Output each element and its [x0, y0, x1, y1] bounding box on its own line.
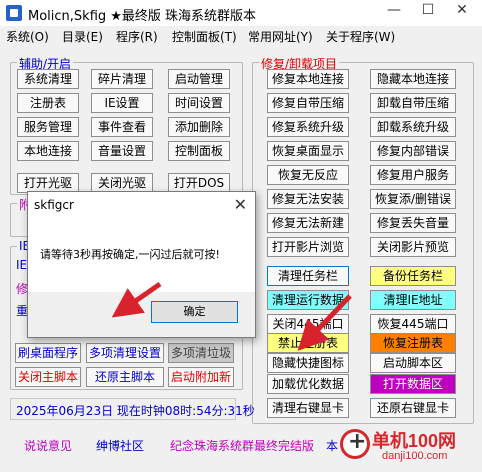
start-addon-button[interactable]: 启动附加新 [168, 367, 234, 387]
feedback-link[interactable]: 说说意见 [24, 437, 72, 454]
service-manager-button[interactable]: 服务管理 [17, 117, 79, 137]
uninstall-zip-button[interactable]: 卸载自带压缩 [370, 93, 456, 113]
close-port-445-button[interactable]: 关闭445端口 [267, 314, 349, 334]
multi-clean-settings-button[interactable]: 多项清理设置 [86, 343, 164, 363]
open-cdrom-button[interactable]: 打开光驱 [17, 173, 79, 193]
dialog-message: 请等待3秒再按确定,一闪过后就可按! [40, 248, 220, 261]
menu-bar: 系统(O) 目录(E) 程序(R) 控制面板(T) 常用网址(Y) 关于程序(W… [0, 26, 482, 46]
restore-registry-button[interactable]: 恢复注册表 [370, 333, 456, 353]
restore-rightclick-gpu-button[interactable]: 还原右键显卡 [370, 398, 456, 418]
volume-settings-button[interactable]: 音量设置 [91, 141, 153, 161]
clean-rightclick-gpu-button[interactable]: 清理右键显卡 [267, 398, 349, 418]
minimize-icon[interactable]: — [384, 2, 404, 18]
clean-run-data-button[interactable]: 清理运行数据 [267, 290, 349, 310]
message-dialog: skfigcr ✕ 请等待3秒再按确定,一闪过后就可按! 确定 [27, 191, 256, 338]
backup-taskbar-button[interactable]: 备份任务栏 [370, 266, 456, 286]
open-video-browse-button[interactable]: 打开影片浏览 [267, 237, 349, 257]
startup-manager-button[interactable]: 启动管理 [168, 69, 230, 89]
restore-desktop-button[interactable]: 恢复桌面显示 [267, 141, 349, 161]
repair-install-button[interactable]: 修复无法安装 [267, 189, 349, 209]
repair-new-button[interactable]: 修复无法新建 [267, 213, 349, 233]
ie-edge-label: IE [16, 258, 28, 272]
repair-zip-button[interactable]: 修复自带压缩 [267, 93, 349, 113]
restore-port-445-button[interactable]: 恢复445端口 [370, 314, 456, 334]
refresh-desktop-button[interactable]: 刷桌面程序 [15, 343, 81, 363]
menu-directory[interactable]: 目录(E) [62, 28, 103, 45]
menu-program[interactable]: 程序(R) [116, 28, 158, 45]
close-icon[interactable]: ✕ [452, 2, 472, 18]
uninstall-system-update-button[interactable]: 卸载系统升级 [370, 117, 456, 137]
control-panel-button[interactable]: 控制面板 [168, 141, 230, 161]
watermark-logo-icon [340, 429, 370, 459]
open-dos-button[interactable]: 打开DOS [168, 173, 230, 193]
clean-ie-address-button[interactable]: 清理IE地址 [370, 290, 456, 310]
truncated-link[interactable]: 本 [326, 437, 338, 454]
menu-system[interactable]: 系统(O) [6, 28, 49, 45]
restore-no-response-button[interactable]: 恢复无反应 [267, 165, 349, 185]
app-icon [6, 5, 22, 21]
title-bar: Molicn,Skfig ★最终版 珠海系统群版本 — ☐ ✕ [0, 0, 482, 26]
local-connection-button[interactable]: 本地连接 [17, 141, 79, 161]
load-optimize-data-button[interactable]: 加载优化数据 [267, 374, 349, 394]
community-link[interactable]: 绅博社区 [96, 437, 144, 454]
defrag-button[interactable]: 碎片清理 [91, 69, 153, 89]
window-title: Molicn,Skfig ★最终版 珠海系统群版本 [28, 9, 257, 24]
clock-box: 2025年06月23日 现在时钟08时:54分:31秒 [10, 398, 255, 420]
dialog-ok-button[interactable]: 确定 [151, 301, 238, 323]
menu-control-panel[interactable]: 控制面板(T) [172, 28, 237, 45]
repair-system-update-button[interactable]: 修复系统升级 [267, 117, 349, 137]
start-script-area-button[interactable]: 启动脚本区 [370, 353, 456, 373]
registry-button[interactable]: 注册表 [17, 93, 79, 113]
disable-registry-button[interactable]: 禁止注册表 [267, 333, 349, 353]
final-edition-link[interactable]: 纪念珠海系统群最终完结版 [170, 437, 314, 454]
clock-text: 2025年06月23日 现在时钟08时:54分:31秒 [16, 404, 255, 418]
menu-common-urls[interactable]: 常用网址(Y) [248, 28, 313, 45]
add-remove-button[interactable]: 添加删除 [168, 117, 230, 137]
dialog-body: 请等待3秒再按确定,一闪过后就可按! [28, 220, 255, 292]
clean-taskbar-button[interactable]: 清理任务栏 [267, 266, 349, 286]
repair-volume-button[interactable]: 修复丢失音量 [370, 213, 456, 233]
close-main-script-button[interactable]: 关闭主脚本 [15, 367, 81, 387]
system-clean-button[interactable]: 系统清理 [17, 69, 79, 89]
restore-add-remove-button[interactable]: 恢复添/删错误 [370, 189, 456, 209]
ie-settings-button[interactable]: IE设置 [91, 93, 153, 113]
hide-shortcut-icons-button[interactable]: 隐藏快捷图标 [267, 353, 349, 373]
repair-internal-error-button[interactable]: 修复内部错误 [370, 141, 456, 161]
time-settings-button[interactable]: 时间设置 [168, 93, 230, 113]
event-viewer-button[interactable]: 事件查看 [91, 117, 153, 137]
dialog-title-bar: skfigcr ✕ [28, 192, 255, 220]
repair-user-service-button[interactable]: 修复用户服务 [370, 165, 456, 185]
menu-about[interactable]: 关于程序(W) [326, 28, 395, 45]
maximize-icon[interactable]: ☐ [418, 2, 438, 18]
hide-local-connection-button[interactable]: 隐藏本地连接 [370, 69, 456, 89]
close-cdrom-button[interactable]: 关闭光驱 [91, 173, 153, 193]
multi-junk-clean-button[interactable]: 多项清垃圾 [168, 343, 234, 363]
restore-main-script-button[interactable]: 还原主脚本 [86, 367, 164, 387]
watermark-subtext: danji100.com [382, 450, 448, 462]
open-data-area-button[interactable]: 打开数据区 [370, 374, 456, 394]
close-video-preview-button[interactable]: 关闭影片预览 [370, 237, 456, 257]
dialog-close-icon[interactable]: ✕ [234, 195, 247, 214]
dialog-title: skfigcr [34, 198, 74, 212]
repair-local-connection-button[interactable]: 修复本地连接 [267, 69, 349, 89]
